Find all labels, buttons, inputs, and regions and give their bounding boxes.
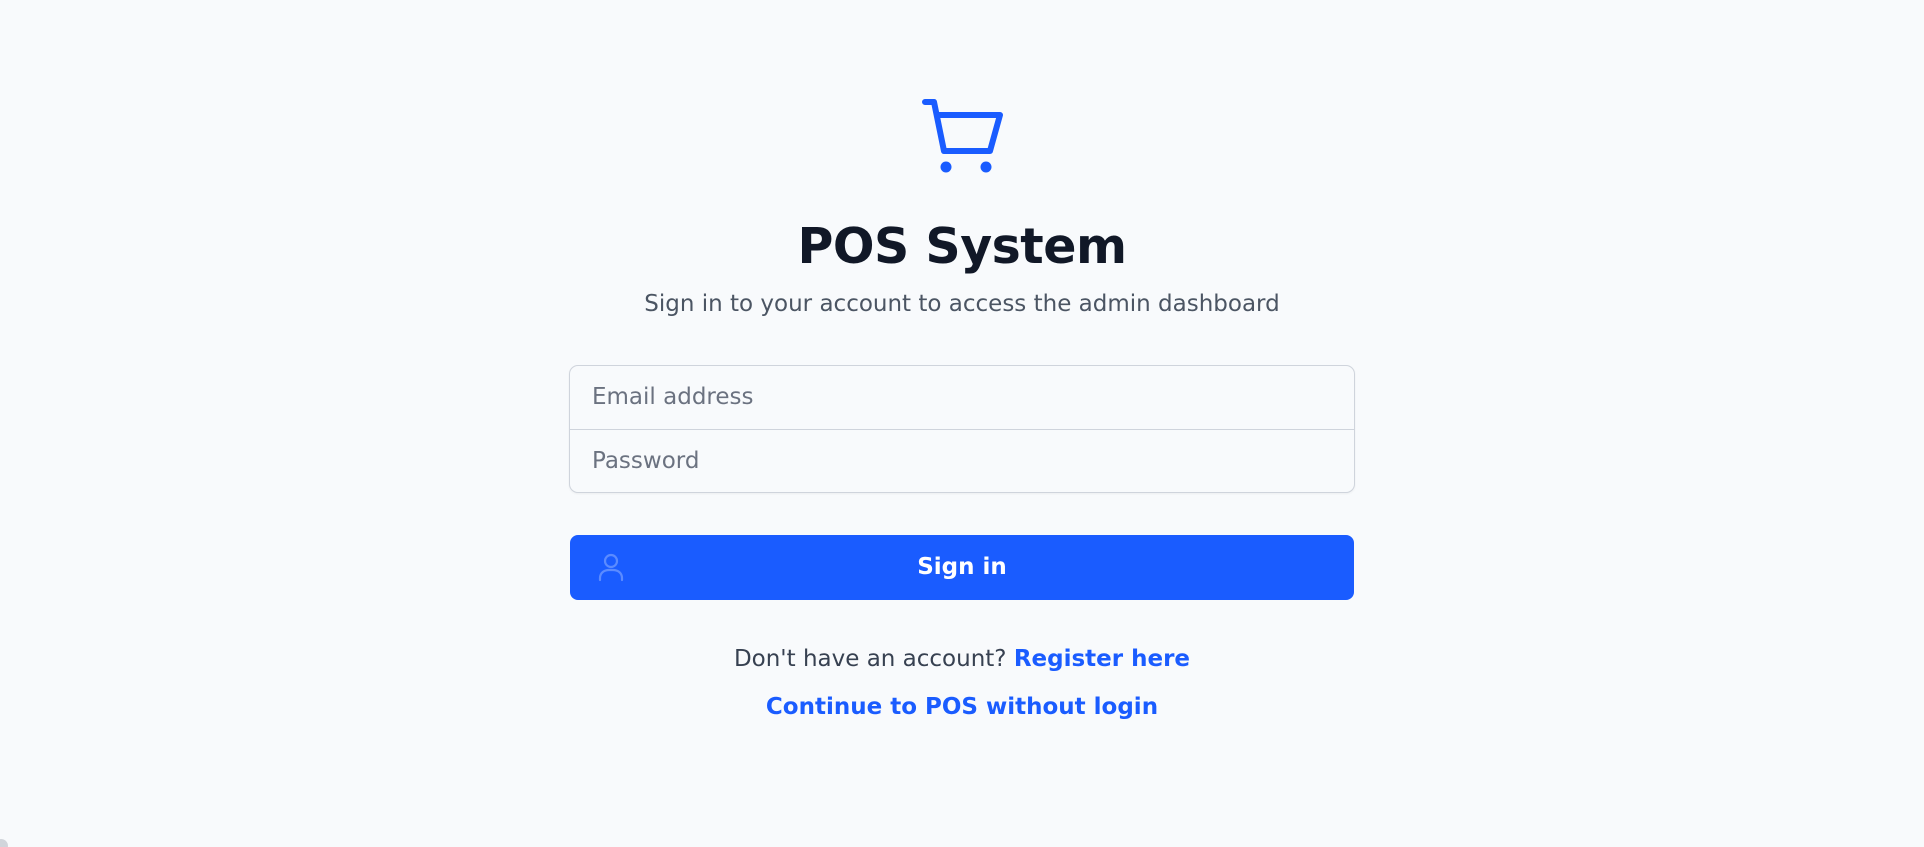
login-container: POS System Sign in to your account to ac… [569,95,1355,720]
sign-in-button[interactable]: Sign in [570,534,1354,600]
register-prompt-text: Don't have an account? [733,645,1014,672]
register-link[interactable]: Register here [1014,646,1190,672]
register-prompt-line: Don't have an account? Register here [734,646,1190,672]
shopping-cart-icon [920,95,1004,179]
corner-indicator [0,839,8,847]
continue-line: Continue to POS without login [766,694,1158,720]
page-subtitle: Sign in to your account to access the ad… [644,291,1280,317]
sign-in-label: Sign in [917,554,1007,581]
email-field[interactable] [570,365,1354,429]
login-page: POS System Sign in to your account to ac… [0,0,1924,847]
login-form [569,364,1355,493]
continue-without-login-link[interactable]: Continue to POS without login [766,694,1158,720]
page-title: POS System [797,218,1127,275]
password-field[interactable] [570,428,1354,492]
user-icon [596,552,626,582]
